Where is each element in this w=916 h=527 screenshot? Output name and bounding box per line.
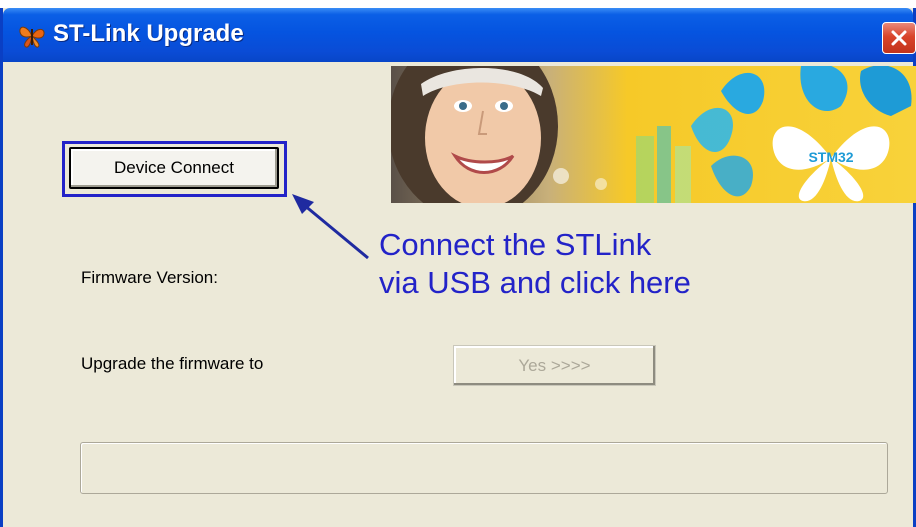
client-area: STM32 Device Connect Connect the STLink … bbox=[3, 62, 916, 527]
upgrade-firmware-label: Upgrade the firmware to bbox=[81, 354, 264, 373]
close-icon bbox=[891, 30, 907, 46]
banner-image: STM32 bbox=[391, 66, 916, 203]
butterfly-icon bbox=[19, 26, 45, 48]
stm32-banner: STM32 bbox=[391, 66, 916, 203]
annotation-line-2: via USB and click here bbox=[379, 265, 691, 300]
instruction-annotation: Connect the STLink via USB and click her… bbox=[379, 226, 691, 302]
annotation-arrow-icon bbox=[292, 194, 369, 260]
stm32-logo-text: STM32 bbox=[808, 149, 853, 165]
upgrade-progress-bar bbox=[80, 442, 888, 494]
firmware-version-label: Firmware Version: bbox=[81, 268, 218, 287]
title-bar[interactable]: ST-Link Upgrade bbox=[3, 8, 916, 62]
annotation-line-1: Connect the STLink bbox=[379, 227, 652, 262]
close-button[interactable] bbox=[882, 22, 916, 54]
device-connect-button[interactable]: Device Connect bbox=[69, 147, 279, 189]
window-title: ST-Link Upgrade bbox=[53, 20, 244, 47]
st-link-upgrade-window: ST-Link Upgrade STM32 Device Connect Con… bbox=[0, 8, 916, 527]
yes-upgrade-button[interactable]: Yes >>>> bbox=[453, 345, 656, 386]
